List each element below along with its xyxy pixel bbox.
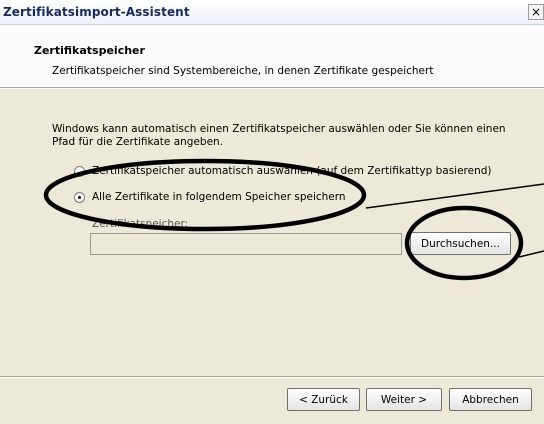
intro-text: Windows kann automatisch einen Zertifika… (52, 123, 522, 149)
radio-auto-select[interactable]: Zertifikatspeicher automatisch auswählen… (74, 165, 492, 177)
wizard-header: Zertifikatspeicher Zertifikatspeicher si… (0, 25, 544, 87)
page-subtitle: Zertifikatspeicher sind Systembereiche, … (52, 65, 434, 77)
close-icon: × (530, 5, 542, 19)
store-field[interactable] (90, 233, 402, 255)
window-title: Zertifikatsimport-Assistent (3, 5, 190, 19)
footer-divider (0, 376, 544, 378)
annotation-pointer-line-2 (518, 250, 544, 258)
radio-manual-store-label: Alle Zertifikate in folgendem Speicher s… (92, 191, 346, 203)
radio-manual-store-button[interactable] (74, 191, 85, 203)
page-title: Zertifikatspeicher (34, 44, 145, 57)
annotation-pointer-line-1 (365, 183, 544, 209)
browse-button[interactable]: Durchsuchen... (410, 232, 511, 255)
close-button[interactable]: × (528, 4, 544, 20)
radio-manual-store[interactable]: Alle Zertifikate in folgendem Speicher s… (74, 191, 346, 203)
cancel-button[interactable]: Abbrechen (449, 388, 532, 411)
next-button[interactable]: Weiter > (366, 388, 442, 411)
header-divider (0, 87, 544, 89)
intro-line-2: Pfad für die Zertifikate angeben. (52, 136, 224, 148)
store-field-label: Zertifikatspeicher: (92, 218, 189, 230)
intro-line-1: Windows kann automatisch einen Zertifika… (52, 123, 506, 135)
radio-auto-select-label: Zertifikatspeicher automatisch auswählen… (92, 165, 492, 177)
back-button[interactable]: < Zurück (287, 388, 360, 411)
radio-auto-select-button[interactable] (74, 165, 85, 177)
title-bar: Zertifikatsimport-Assistent × (0, 0, 544, 25)
